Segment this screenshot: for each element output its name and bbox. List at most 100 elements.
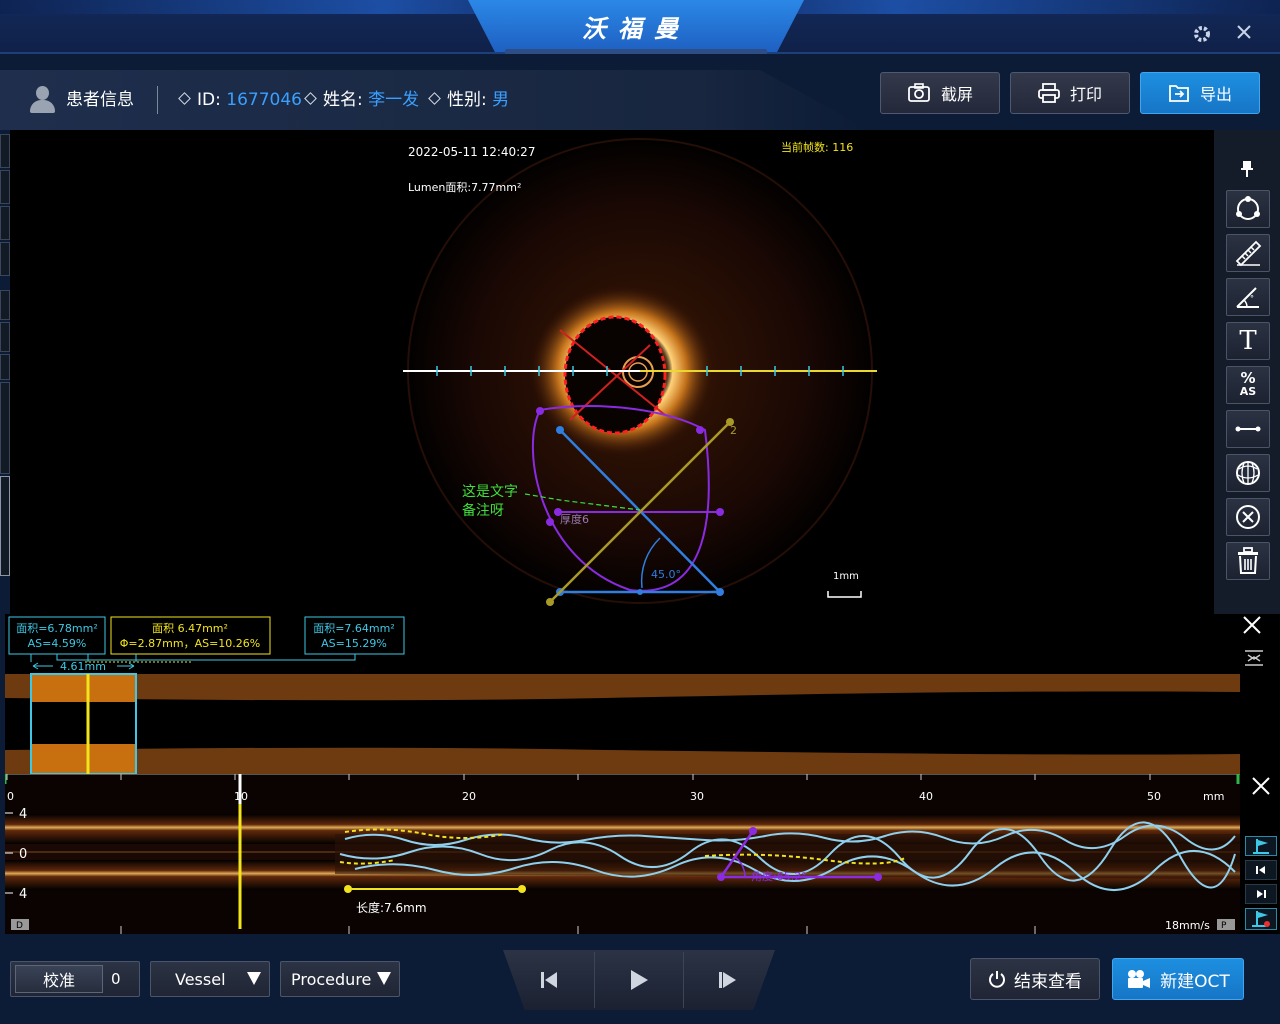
proximal-marker-label: P (1221, 921, 1227, 931)
length-measure-label: 长度:7.6mm (356, 900, 427, 915)
patient-divider (157, 86, 158, 114)
power-icon (989, 971, 1005, 988)
lumen-profile-view[interactable]: 面积=6.78mm² AS=4.59% 面积 6.47mm² Φ=2.87mm，… (5, 614, 1240, 775)
brand-tab (505, 49, 767, 54)
thickness-label: 厚度6 (560, 512, 589, 526)
measure-point-label: 2 (730, 424, 737, 437)
play-button[interactable] (595, 950, 683, 1010)
flag-start-icon[interactable] (1245, 836, 1277, 856)
calibrate-button[interactable]: 校准 (15, 965, 103, 993)
next-frame-button[interactable] (684, 950, 772, 1010)
as-glyph: AS (1239, 385, 1257, 398)
vessel-select[interactable]: Vessel (150, 961, 270, 997)
close-profile-icon[interactable] (1243, 616, 1261, 639)
angle-measure-label: 角度:65.2° (751, 869, 807, 883)
camera-icon (908, 83, 930, 102)
brand-banner: 沃福曼 (468, 0, 804, 52)
axis-tick-0: 0 (7, 790, 14, 803)
scale-bar (827, 591, 862, 598)
patient-id-label: ID: (197, 90, 221, 110)
pullback-speed: 18mm/s (1165, 919, 1210, 932)
previous-frame-icon (541, 972, 557, 988)
contour-tool-icon[interactable] (1226, 190, 1270, 228)
percent-as-icon[interactable]: % AS (1226, 366, 1270, 404)
y-tick-lower: 4 (19, 887, 27, 902)
close-lview-icon[interactable] (1252, 777, 1270, 800)
title-bar: 沃福曼 (0, 0, 1280, 54)
patient-id: ID: 1677046 (178, 89, 302, 111)
axis-tick-20: 20 (462, 790, 476, 803)
step-back-icon[interactable] (1245, 860, 1277, 880)
patient-name: 姓名: 李一发 (304, 89, 420, 111)
oct-cross-section-canvas: 2022-05-11 12:40:27 Lumen面积:7.77mm² 当前帧数… (403, 134, 877, 608)
patient-name-value: 李一发 (368, 90, 420, 110)
measure-box1-line1: 面积=6.78mm² (16, 622, 98, 635)
screenshot-button[interactable]: 截屏 (880, 72, 1000, 114)
diamond-icon (178, 92, 191, 105)
patient-info-label: 患者信息 (66, 90, 134, 110)
angle-label: 45.0° (651, 568, 681, 581)
print-button[interactable]: 打印 (1010, 72, 1130, 114)
flag-end-icon[interactable] (1245, 908, 1277, 930)
screenshot-label: 截屏 (940, 85, 973, 104)
axis-tick-30: 30 (690, 790, 704, 803)
play-icon (631, 970, 648, 990)
step-forward-icon[interactable] (1245, 884, 1277, 904)
vessel-select-value: Vessel (175, 970, 226, 989)
previous-frame-button[interactable] (506, 950, 594, 1010)
annotation-text-line2: 备注呀 (462, 502, 504, 519)
measure-box3-line2: AS=15.29% (321, 637, 387, 650)
collapse-panel-icon[interactable] (1244, 650, 1264, 670)
cancel-circle-icon[interactable] (1226, 498, 1270, 536)
gear-icon[interactable] (1192, 24, 1212, 50)
axis-unit: mm (1203, 790, 1224, 803)
measure-box3-line1: 面积=7.64mm² (313, 622, 395, 635)
procedure-select-value: Procedure (291, 970, 372, 989)
close-icon[interactable] (1236, 24, 1252, 46)
procedure-select[interactable]: Procedure (280, 961, 400, 997)
export-button[interactable]: 导出 (1140, 72, 1260, 114)
measure-box1-line2: AS=4.59% (28, 637, 87, 650)
diamond-icon (428, 92, 441, 105)
left-frame-strip (0, 134, 10, 578)
end-view-label: 结束查看 (1014, 971, 1082, 992)
scale-label: 1mm (833, 571, 859, 582)
trash-icon[interactable] (1226, 542, 1270, 580)
end-view-button[interactable]: 结束查看 (970, 958, 1100, 1000)
chevron-down-icon (377, 972, 391, 985)
chevron-down-icon (247, 972, 261, 985)
pin-icon[interactable] (1240, 160, 1254, 182)
percent-glyph: % (1240, 369, 1256, 387)
lumen-profile-canvas: 面积=6.78mm² AS=4.59% 面积 6.47mm² Φ=2.87mm，… (5, 616, 1240, 775)
axis-tick-50: 50 (1147, 790, 1161, 803)
patient-gender-value: 男 (492, 90, 510, 110)
patient-name-label: 姓名: (323, 90, 363, 110)
calibrate-value[interactable]: 0 (111, 970, 121, 988)
new-oct-button[interactable]: 新建OCT (1112, 958, 1244, 1000)
ruler-icon[interactable] (1226, 234, 1270, 272)
measure-box2-line2: Φ=2.87mm，AS=10.26% (120, 637, 260, 650)
longitudinal-oct-canvas: 0 10 20 30 40 50 mm 4 0 4 长度:7.6mm 角度:65… (3, 774, 1240, 934)
frame-timestamp: 2022-05-11 12:40:27 (408, 145, 535, 159)
printer-icon (1038, 83, 1060, 103)
export-folder-icon (1169, 85, 1189, 102)
angle-tool-icon[interactable]: ° (1226, 278, 1270, 316)
diamond-icon (304, 92, 317, 105)
text-tool-icon[interactable]: T (1226, 322, 1270, 360)
oct-cross-section-view[interactable]: 2022-05-11 12:40:27 Lumen面积:7.77mm² 当前帧数… (10, 130, 1214, 614)
distal-marker-label: D (16, 921, 23, 931)
longitudinal-oct-view[interactable]: 0 10 20 30 40 50 mm 4 0 4 长度:7.6mm 角度:65… (3, 774, 1240, 934)
vessel-mesh-icon[interactable] (1226, 454, 1270, 492)
axis-tick-40: 40 (919, 790, 933, 803)
segment-length-label: 4.61mm (60, 660, 106, 673)
app-window: 沃福曼 患者信息 ID: 1677046 姓名: 李一发 性别: 男 截屏 打印… (0, 0, 1280, 1024)
calibrate-group: 校准 0 (10, 961, 140, 997)
print-label: 打印 (1069, 85, 1102, 104)
annotation-text-line1: 这是文字 (462, 483, 518, 500)
distance-line-icon[interactable] (1226, 410, 1270, 448)
next-frame-icon (719, 972, 736, 988)
patient-gender-label: 性别: (447, 90, 487, 110)
current-frame-readout: 当前帧数: 116 (781, 140, 853, 154)
y-tick-upper: 4 (19, 807, 27, 822)
patient-gender: 性别: 男 (428, 89, 510, 111)
